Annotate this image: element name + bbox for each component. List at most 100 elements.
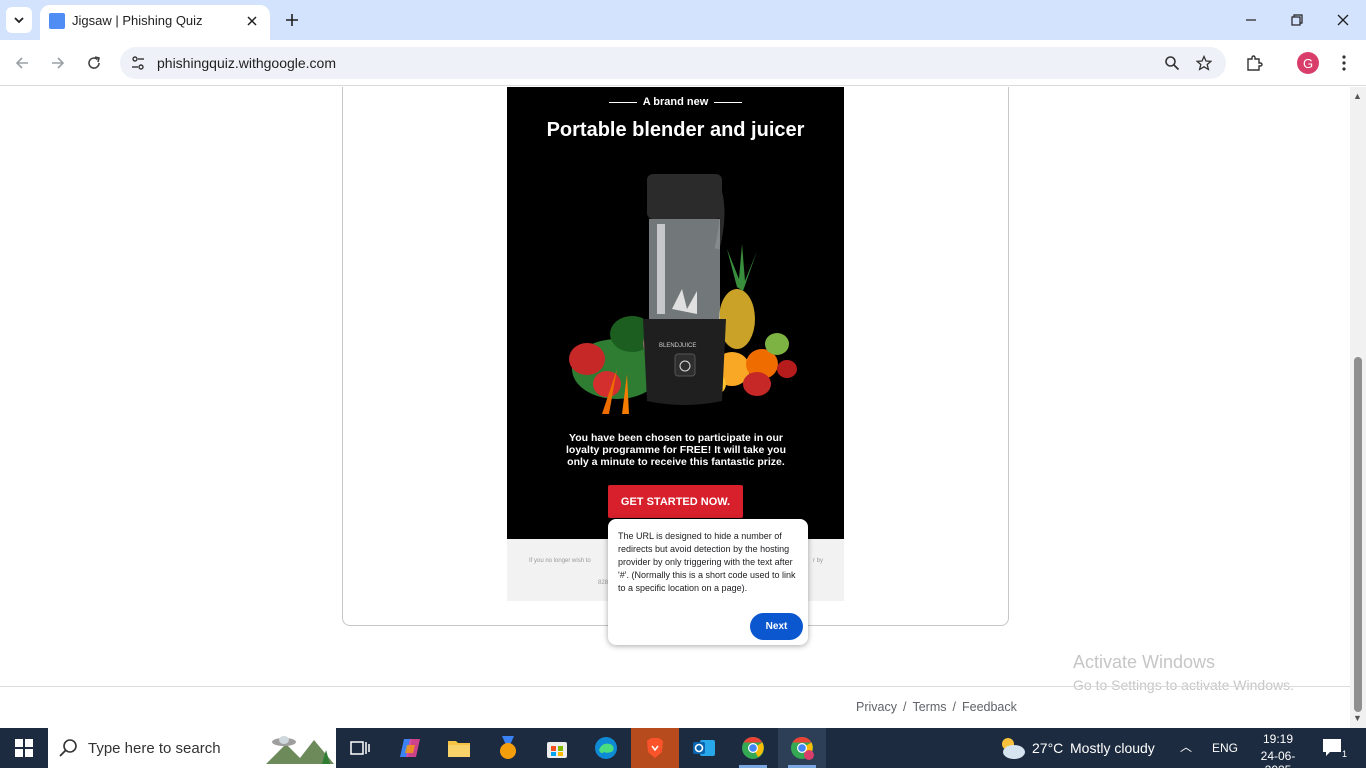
footer-separator: / <box>902 700 907 714</box>
divider <box>714 101 743 103</box>
profile-avatar[interactable]: G <box>1297 52 1319 74</box>
page-scrollbar[interactable]: ▲ ▼ <box>1350 87 1366 728</box>
ad-title: Portable blender and juicer <box>546 119 805 141</box>
address-bar[interactable]: phishingquiz.withgoogle.com <box>120 47 1226 79</box>
chrome-profile-g-button[interactable] <box>778 728 826 768</box>
scroll-down-icon[interactable]: ▼ <box>1353 713 1362 723</box>
arrow-right-icon <box>52 57 65 69</box>
explanation-popup: The URL is designed to hide a number of … <box>608 519 808 645</box>
chrome-icon <box>742 737 764 759</box>
activate-windows-title: Activate Windows <box>1073 652 1216 672</box>
back-button[interactable] <box>8 49 36 77</box>
weather-condition[interactable]: Mostly cloudy <box>1070 740 1155 756</box>
page-viewport: A brand new Portable blender and juicer <box>0 87 1350 728</box>
app-award-button[interactable] <box>484 728 532 768</box>
zoom-button[interactable] <box>1160 51 1184 75</box>
minimize-icon <box>1246 19 1256 21</box>
extensions-button[interactable] <box>1240 49 1268 77</box>
tab-strip: Jigsaw | Phishing Quiz <box>0 0 1366 40</box>
get-started-button[interactable]: GET STARTED NOW. <box>608 485 743 518</box>
page-footer: Privacy / Terms / Feedback <box>0 686 1350 728</box>
close-icon <box>247 16 257 26</box>
taskbar-search-placeholder: Type here to search <box>88 740 221 757</box>
edge-icon <box>595 737 617 759</box>
clock-date[interactable]: 24-06-2025 <box>1248 749 1308 768</box>
puzzle-icon <box>1247 55 1263 71</box>
phishing-ad: A brand new Portable blender and juicer <box>507 87 844 539</box>
clock-time[interactable]: 19:19 <box>1258 732 1298 746</box>
star-icon <box>1196 55 1212 71</box>
close-window-button[interactable] <box>1328 6 1358 34</box>
ad-kicker: A brand new <box>507 96 844 108</box>
footer-links: Privacy / Terms / Feedback <box>856 700 1017 714</box>
arrow-left-icon <box>15 57 28 69</box>
search-highlight-icon <box>266 736 334 764</box>
outlook-button[interactable] <box>680 728 728 768</box>
next-button[interactable]: Next <box>750 613 803 640</box>
folder-icon <box>448 741 470 757</box>
medal-icon <box>500 736 516 759</box>
product-brand: BLENDJUICE <box>659 343 696 349</box>
restore-icon <box>1291 14 1303 26</box>
bookmark-button[interactable] <box>1192 51 1216 75</box>
ad-body-text: You have been chosen to participate in o… <box>566 432 786 468</box>
reload-icon <box>88 56 100 69</box>
scroll-up-icon[interactable]: ▲ <box>1353 91 1362 101</box>
language-indicator[interactable]: ENG <box>1212 741 1238 755</box>
tab-search-button[interactable] <box>6 7 32 33</box>
ad-footer-number: 828 <box>598 580 609 586</box>
file-explorer-button[interactable] <box>435 728 483 768</box>
tab-title: Jigsaw | Phishing Quiz <box>72 13 203 28</box>
ad-footer-fragment: r by <box>813 558 824 564</box>
task-view-icon <box>350 741 370 755</box>
minimize-button[interactable] <box>1236 6 1266 34</box>
favicon-icon <box>49 13 65 29</box>
blender-product-image: BLENDJUICE <box>569 174 797 414</box>
outlook-icon <box>693 740 715 756</box>
chrome-icon <box>791 737 814 760</box>
windows-taskbar: Type here to search 27°C Mostly cloudy ︿… <box>0 728 1366 768</box>
browser-toolbar: phishingquiz.withgoogle.com G <box>0 40 1366 86</box>
tune-icon <box>132 56 144 70</box>
search-icon <box>59 739 77 757</box>
close-icon <box>1337 14 1349 26</box>
store-icon <box>547 742 567 758</box>
forward-button[interactable] <box>44 49 72 77</box>
unsubscribe-text: If you no longer wish to <box>529 558 591 564</box>
menu-button[interactable] <box>1330 49 1358 77</box>
terms-link[interactable]: Terms <box>912 700 946 714</box>
notification-icon[interactable]: 1 <box>1322 738 1348 758</box>
url-text: phishingquiz.withgoogle.com <box>157 55 336 71</box>
copilot-button[interactable] <box>386 728 434 768</box>
new-tab-button[interactable] <box>280 8 304 32</box>
popup-text: The URL is designed to hide a number of … <box>618 531 796 593</box>
microsoft-store-button[interactable] <box>533 728 581 768</box>
reload-button[interactable] <box>80 49 108 77</box>
edge-button[interactable] <box>582 728 630 768</box>
windows-logo-icon <box>15 739 33 757</box>
taskbar-search-box[interactable]: Type here to search <box>48 728 336 768</box>
chrome-profile-j-button[interactable] <box>729 728 777 768</box>
zoom-icon <box>1165 56 1180 71</box>
privacy-link[interactable]: Privacy <box>856 700 897 714</box>
notification-count: 1 <box>1342 749 1347 758</box>
scroll-thumb[interactable] <box>1354 357 1362 712</box>
chevron-up-icon[interactable]: ︿ <box>1180 738 1192 755</box>
ad-kicker-text: A brand new <box>642 96 709 108</box>
plus-icon <box>286 14 298 26</box>
weather-cloudy-icon <box>1002 738 1025 759</box>
brave-button[interactable] <box>631 728 679 768</box>
tab-active[interactable]: Jigsaw | Phishing Quiz <box>40 5 270 40</box>
start-button[interactable] <box>0 728 48 768</box>
site-info-button[interactable] <box>126 51 150 75</box>
more-vert-icon <box>1342 55 1346 71</box>
task-view-button[interactable] <box>336 728 384 768</box>
feedback-link[interactable]: Feedback <box>962 700 1017 714</box>
weather-temperature[interactable]: 27°C <box>1032 740 1063 756</box>
brave-icon <box>647 738 663 758</box>
footer-separator: / <box>952 700 956 714</box>
tab-close-button[interactable] <box>242 11 262 31</box>
chevron-down-icon <box>14 17 24 24</box>
copilot-icon <box>400 739 420 757</box>
restore-button[interactable] <box>1282 6 1312 34</box>
